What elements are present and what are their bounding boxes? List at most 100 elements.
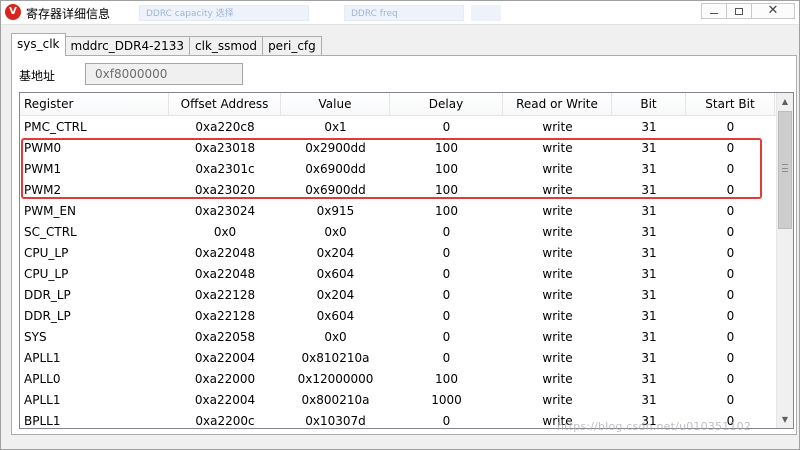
scroll-down-arrow-icon[interactable]: ▼ — [777, 411, 793, 428]
cell-delay: 0 — [442, 225, 451, 239]
cell-bit: 31 — [641, 372, 657, 386]
table-row[interactable]: SYS 0xa22058 0x0 0 write 31 0 — [20, 327, 793, 348]
cell-bit: 31 — [641, 183, 657, 197]
cell-value: 0x12000000 — [297, 372, 374, 386]
table-row[interactable]: PMC_CTRL 0xa220c8 0x1 0 write 31 0 — [20, 117, 793, 138]
table-row[interactable]: APLL0 0xa22000 0x12000000 100 write 31 0 — [20, 369, 793, 390]
cell-bit: 31 — [641, 162, 657, 176]
title-bar[interactable]: V 寄存器详细信息 DDRC capacity 选择 DDRC freq ✕ — [1, 1, 799, 25]
column-header-read-or-write[interactable]: Read or Write — [503, 93, 612, 116]
cell-value: 0x6900dd — [305, 183, 366, 197]
base-address-field[interactable] — [85, 63, 243, 85]
cell-bit: 31 — [641, 141, 657, 155]
minimize-icon — [710, 13, 718, 14]
column-header-start-bit[interactable]: Start Bit — [686, 93, 775, 116]
cell-bit: 31 — [641, 330, 657, 344]
register-detail-window: V 寄存器详细信息 DDRC capacity 选择 DDRC freq ✕ s… — [0, 0, 800, 450]
cell-read-or-write: write — [542, 162, 573, 176]
vertical-scrollbar[interactable]: ▲ ▼ — [776, 93, 793, 428]
cell-value: 0x810210a — [301, 351, 370, 365]
column-header-value[interactable]: Value — [281, 93, 390, 116]
column-header-delay[interactable]: Delay — [390, 93, 503, 116]
tab-peri-cfg[interactable]: peri_cfg — [262, 36, 322, 56]
tab-clk-ssmod[interactable]: clk_ssmod — [189, 36, 264, 56]
cell-start-bit: 0 — [726, 183, 735, 197]
cell-register: PWM0 — [24, 141, 62, 155]
cell-value: 0x604 — [316, 267, 355, 281]
cell-bit: 31 — [641, 393, 657, 407]
column-header-offset-address[interactable]: Offset Address — [169, 93, 281, 116]
cell-delay: 100 — [435, 372, 458, 386]
table-row[interactable]: DDR_LP 0xa22128 0x204 0 write 31 0 — [20, 285, 793, 306]
cell-read-or-write: write — [542, 330, 573, 344]
base-address-label: 基地址 — [19, 69, 56, 83]
cell-register: SYS — [24, 330, 47, 344]
close-button[interactable]: ✕ — [751, 3, 795, 19]
background-ghost-text: DDRC capacity 选择 — [139, 5, 309, 21]
cell-start-bit: 0 — [726, 372, 735, 386]
cell-offset-address: 0xa22004 — [194, 393, 256, 407]
tab-bar: sys_clk mddrc_DDR4-2133 clk_ssmod peri_c… — [11, 33, 322, 56]
register-table: Register Offset Address Value Delay Read… — [19, 92, 794, 429]
cell-bit: 31 — [641, 246, 657, 260]
scroll-thumb[interactable] — [778, 111, 792, 229]
cell-value: 0x800210a — [301, 393, 370, 407]
cell-start-bit: 0 — [726, 246, 735, 260]
cell-delay: 0 — [442, 246, 451, 260]
cell-read-or-write: write — [542, 267, 573, 281]
table-row[interactable]: PWM_EN 0xa23024 0x915 100 write 31 0 — [20, 201, 793, 222]
cell-offset-address: 0xa2301c — [195, 162, 255, 176]
cell-delay: 0 — [442, 120, 451, 134]
table-row[interactable]: PWM1 0xa2301c 0x6900dd 100 write 31 0 — [20, 159, 793, 180]
cell-read-or-write: write — [542, 141, 573, 155]
table-row[interactable]: APLL1 0xa22004 0x800210a 1000 write 31 0 — [20, 390, 793, 411]
table-header: Register Offset Address Value Delay Read… — [20, 93, 793, 116]
cell-start-bit: 0 — [726, 162, 735, 176]
table-row[interactable]: PWM2 0xa23020 0x6900dd 100 write 31 0 — [20, 180, 793, 201]
minimize-button[interactable] — [701, 3, 727, 19]
table-row[interactable]: APLL1 0xa22004 0x810210a 0 write 31 0 — [20, 348, 793, 369]
cell-value: 0x10307d — [305, 414, 366, 428]
cell-start-bit: 0 — [726, 225, 735, 239]
table-row[interactable]: CPU_LP 0xa22048 0x204 0 write 31 0 — [20, 243, 793, 264]
cell-offset-address: 0xa22128 — [194, 288, 256, 302]
cell-register: APLL0 — [24, 372, 61, 386]
cell-start-bit: 0 — [726, 204, 735, 218]
maximize-button[interactable] — [726, 3, 752, 19]
table-row[interactable]: CPU_LP 0xa22048 0x604 0 write 31 0 — [20, 264, 793, 285]
background-ghost-text — [471, 5, 501, 21]
cell-read-or-write: write — [542, 351, 573, 365]
cell-delay: 0 — [442, 309, 451, 323]
cell-read-or-write: write — [542, 288, 573, 302]
table-row[interactable]: SC_CTRL 0x0 0x0 0 write 31 0 — [20, 222, 793, 243]
cell-register: CPU_LP — [24, 246, 69, 260]
scroll-up-arrow-icon[interactable]: ▲ — [777, 93, 793, 110]
window-controls: ✕ — [701, 3, 795, 21]
watermark: https://blog.csdn.net/u010351102 — [557, 420, 752, 433]
column-header-bit[interactable]: Bit — [612, 93, 686, 116]
cell-bit: 31 — [641, 267, 657, 281]
cell-bit: 31 — [641, 204, 657, 218]
cell-start-bit: 0 — [726, 351, 735, 365]
column-header-register[interactable]: Register — [20, 93, 169, 116]
cell-read-or-write: write — [542, 204, 573, 218]
cell-offset-address: 0xa22048 — [194, 246, 256, 260]
cell-bit: 31 — [641, 288, 657, 302]
cell-register: DDR_LP — [24, 309, 71, 323]
cell-value: 0x204 — [316, 288, 355, 302]
table-row[interactable]: PWM0 0xa23018 0x2900dd 100 write 31 0 — [20, 138, 793, 159]
table-row[interactable]: DDR_LP 0xa22128 0x604 0 write 31 0 — [20, 306, 793, 327]
cell-register: BPLL1 — [24, 414, 61, 428]
cell-delay: 0 — [442, 330, 451, 344]
tab-mddrc-ddr4-2133[interactable]: mddrc_DDR4-2133 — [64, 36, 191, 56]
tab-panel-sys-clk: 基地址 Register Offset Address Value Delay … — [11, 55, 797, 435]
tab-sys-clk[interactable]: sys_clk — [11, 33, 66, 56]
cell-delay: 0 — [442, 267, 451, 281]
cell-start-bit: 0 — [726, 393, 735, 407]
cell-offset-address: 0xa22128 — [194, 309, 256, 323]
cell-start-bit: 0 — [726, 288, 735, 302]
cell-delay: 0 — [442, 414, 451, 428]
cell-read-or-write: write — [542, 120, 573, 134]
cell-delay: 1000 — [431, 393, 462, 407]
cell-delay: 100 — [435, 183, 458, 197]
